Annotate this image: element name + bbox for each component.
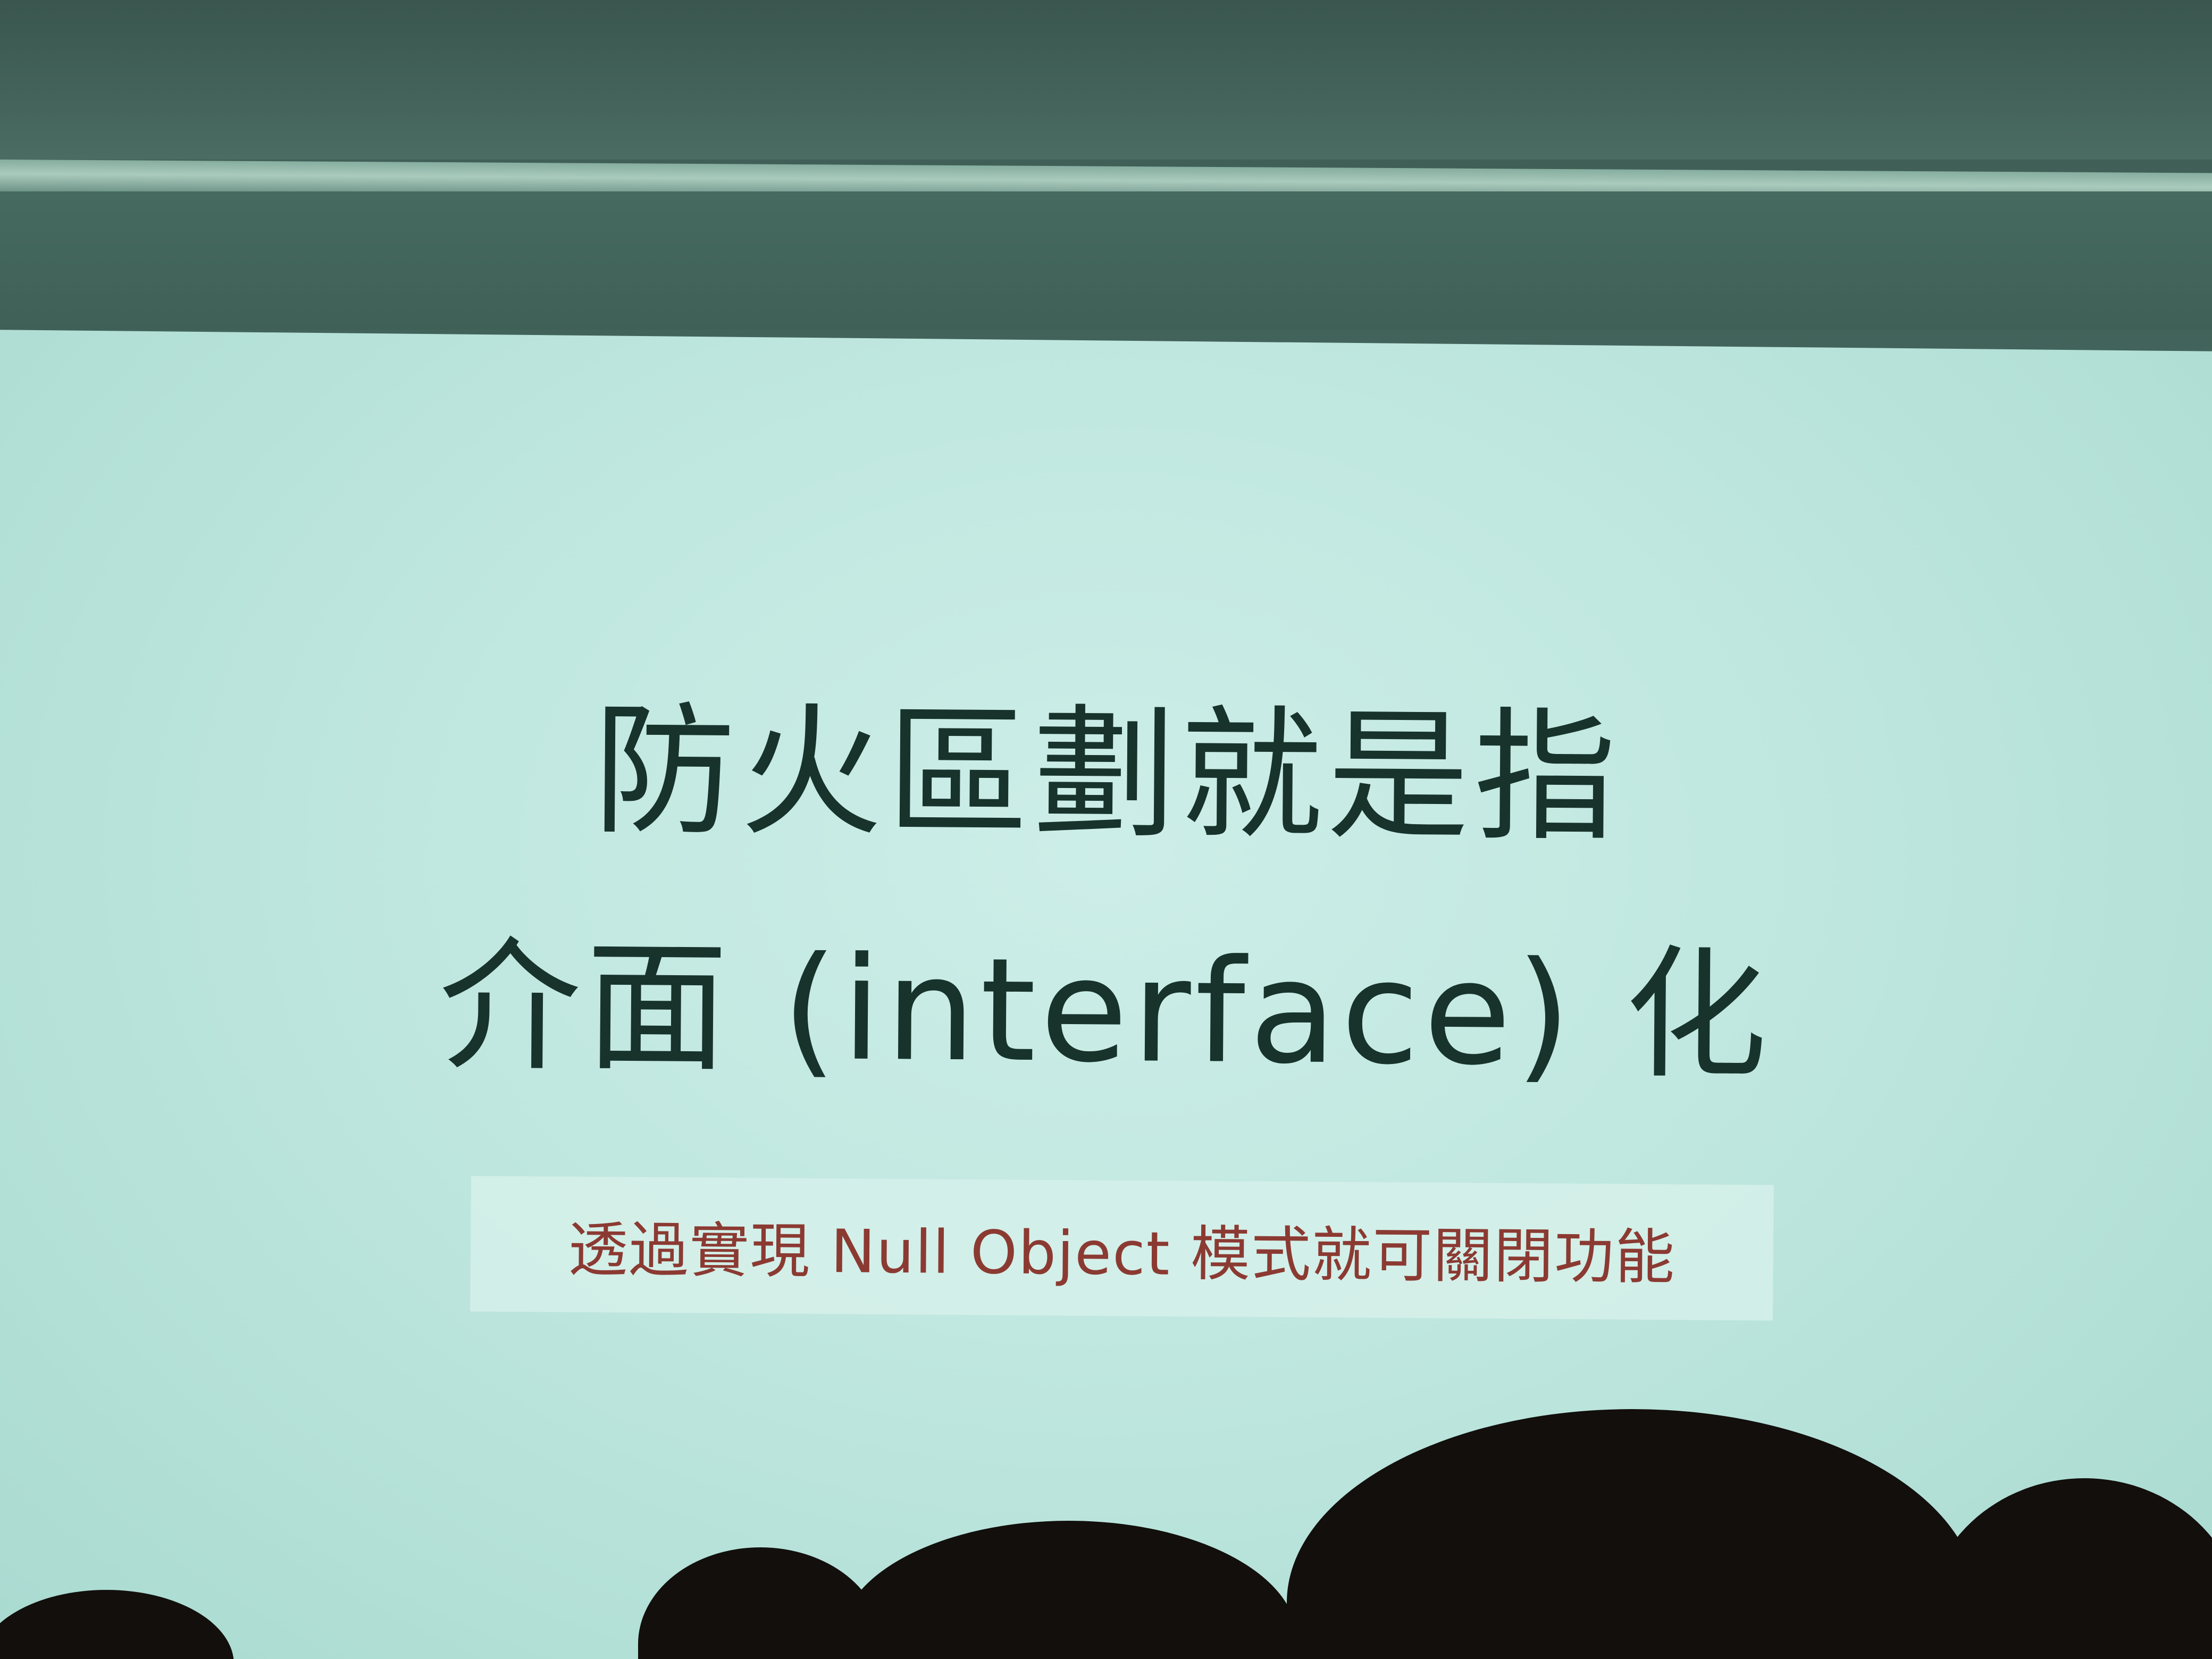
slide-subtitle-box: 透過實現 Null Object 模式就可關閉功能 [470, 1176, 1774, 1321]
slide-title-line-2: 介面 (interface) 化 [438, 924, 1772, 1099]
slide-subtitle: 透過實現 Null Object 模式就可關閉功能 [568, 1215, 1676, 1292]
slide-title: 防火區劃就是指 介面 (interface) 化 [0, 649, 2212, 1137]
photo-scene: 防火區劃就是指 介面 (interface) 化 透過實現 Null Objec… [0, 0, 2212, 1659]
screen-housing [0, 191, 2212, 330]
slide-title-line-1: 防火區劃就是指 [592, 688, 1621, 861]
wall [0, 0, 2212, 160]
